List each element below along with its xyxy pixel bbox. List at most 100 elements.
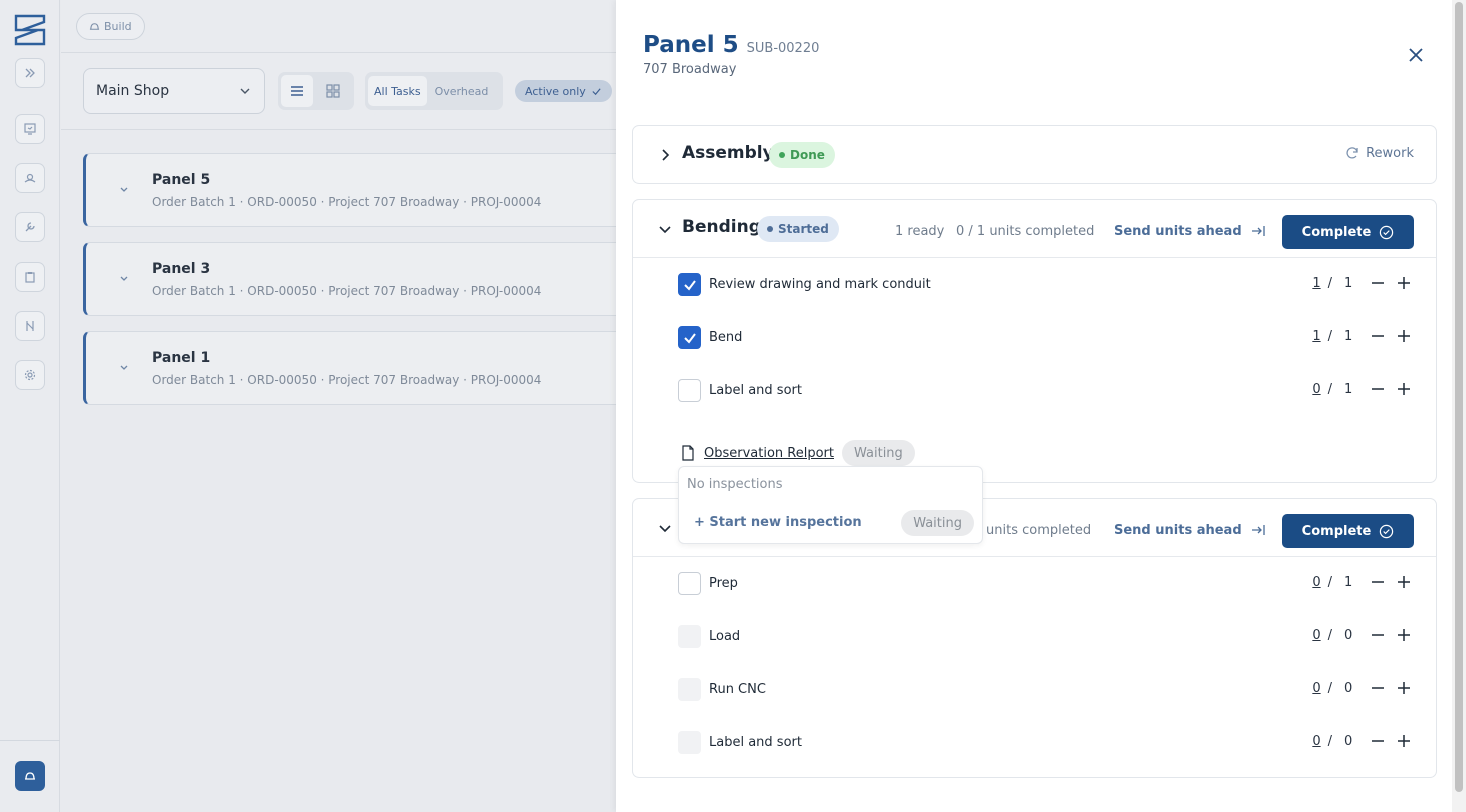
rework-button[interactable]: Rework bbox=[1344, 145, 1414, 161]
plus-icon[interactable] bbox=[1396, 627, 1412, 643]
unit-counter: 0 / 0 bbox=[1309, 733, 1412, 749]
scrollbar-thumb[interactable] bbox=[1455, 2, 1463, 792]
plus-icon[interactable] bbox=[1396, 275, 1412, 291]
order-subtitle: Order Batch 1 · ORD-00050 · Project 707 … bbox=[152, 373, 542, 387]
task-checkbox[interactable] bbox=[678, 326, 701, 349]
task-label: Prep bbox=[709, 576, 738, 591]
done-count[interactable]: 0 bbox=[1309, 628, 1320, 643]
chevron-right-icon[interactable] bbox=[657, 147, 673, 163]
routes-icon bbox=[26, 321, 34, 331]
plus-icon[interactable] bbox=[1396, 328, 1412, 344]
document-icon bbox=[682, 445, 694, 461]
done-count[interactable]: 0 bbox=[1309, 734, 1320, 749]
tab-all-tasks[interactable]: All Tasks bbox=[368, 76, 427, 106]
task-label: Load bbox=[709, 629, 741, 644]
done-count[interactable]: 0 bbox=[1309, 382, 1320, 397]
task-checkbox[interactable] bbox=[678, 625, 701, 648]
minus-icon[interactable] bbox=[1370, 627, 1386, 643]
status-badge: Done bbox=[769, 142, 835, 168]
separator: / bbox=[1327, 627, 1332, 643]
nav-settings-button[interactable] bbox=[15, 360, 45, 390]
complete-label: Complete bbox=[1301, 523, 1372, 539]
nav-routes-button[interactable] bbox=[15, 311, 45, 341]
task-filter-tabs: All Tasks Overhead bbox=[365, 72, 503, 110]
send-units-ahead-button[interactable]: Send units ahead bbox=[1114, 522, 1266, 538]
complete-button[interactable]: Complete bbox=[1282, 514, 1414, 548]
minus-icon[interactable] bbox=[1370, 381, 1386, 397]
nav-board-button[interactable] bbox=[15, 114, 45, 144]
task-row: Label and sort 0 / 0 bbox=[633, 716, 1436, 769]
list-view-button[interactable] bbox=[281, 75, 313, 107]
complete-label: Complete bbox=[1301, 224, 1372, 240]
minus-icon[interactable] bbox=[1370, 275, 1386, 291]
plus-icon[interactable] bbox=[1396, 381, 1412, 397]
separator: / bbox=[1327, 275, 1332, 291]
active-only-label: Active only bbox=[525, 84, 586, 98]
total-count: 0 bbox=[1344, 680, 1353, 696]
order-card[interactable]: Panel 1 Order Batch 1 · ORD-00050 · Proj… bbox=[83, 331, 643, 405]
send-units-ahead-label: Send units ahead bbox=[1114, 522, 1242, 538]
total-count: 1 bbox=[1344, 275, 1353, 291]
assembly-title: Assembly bbox=[682, 143, 774, 163]
observation-report-link[interactable]: Observation Relport bbox=[704, 446, 834, 461]
list-icon bbox=[291, 86, 303, 96]
plus-icon[interactable] bbox=[1396, 733, 1412, 749]
plus-icon[interactable] bbox=[1396, 574, 1412, 590]
chevrons-right-icon bbox=[25, 68, 35, 78]
task-checkbox[interactable] bbox=[678, 731, 701, 754]
complete-button[interactable]: Complete bbox=[1282, 215, 1414, 249]
task-row: Load 0 / 0 bbox=[633, 610, 1436, 663]
task-label: Review drawing and mark conduit bbox=[709, 277, 931, 292]
start-inspection-button[interactable]: + Start new inspection bbox=[694, 515, 862, 530]
units-completed: units completed bbox=[986, 523, 1092, 538]
send-units-ahead-button[interactable]: Send units ahead bbox=[1114, 223, 1266, 239]
chevron-down-icon bbox=[240, 88, 250, 94]
build-chip[interactable]: Build bbox=[76, 13, 145, 40]
bending-section: Bending Started 1 ready 0 / 1 units comp… bbox=[632, 199, 1437, 483]
nav-tools-button[interactable] bbox=[15, 212, 45, 242]
status-badge-label: Done bbox=[790, 148, 825, 162]
minus-icon[interactable] bbox=[1370, 733, 1386, 749]
build-home-button[interactable] bbox=[15, 761, 45, 791]
active-only-filter[interactable]: Active only bbox=[515, 80, 612, 102]
chevron-down-icon[interactable] bbox=[118, 362, 130, 374]
task-checkbox[interactable] bbox=[678, 273, 701, 296]
task-checkbox[interactable] bbox=[678, 379, 701, 402]
shop-select[interactable]: Main Shop bbox=[83, 68, 265, 114]
waiting-badge: Waiting bbox=[842, 440, 915, 466]
tab-overhead[interactable]: Overhead bbox=[429, 76, 495, 106]
arrow-right-to-line-icon bbox=[1251, 525, 1265, 535]
done-count[interactable]: 1 bbox=[1309, 329, 1320, 344]
total-count: 0 bbox=[1344, 627, 1353, 643]
hard-hat-icon bbox=[25, 772, 35, 780]
order-card[interactable]: Panel 5 Order Batch 1 · ORD-00050 · Proj… bbox=[83, 153, 643, 227]
drawer-address: 707 Broadway bbox=[643, 62, 737, 77]
order-subtitle: Order Batch 1 · ORD-00050 · Project 707 … bbox=[152, 195, 542, 209]
refresh-icon bbox=[1346, 147, 1358, 159]
chevron-down-icon[interactable] bbox=[657, 221, 673, 237]
chevron-down-icon[interactable] bbox=[657, 520, 673, 536]
order-title: Panel 1 bbox=[152, 350, 211, 366]
done-count[interactable]: 1 bbox=[1309, 276, 1320, 291]
minus-icon[interactable] bbox=[1370, 328, 1386, 344]
nav-clipboard-button[interactable] bbox=[15, 262, 45, 292]
status-badge-label: Started bbox=[778, 222, 829, 236]
chevron-down-icon[interactable] bbox=[118, 184, 130, 196]
close-icon[interactable] bbox=[1406, 45, 1426, 65]
task-label: Run CNC bbox=[709, 682, 766, 697]
task-checkbox[interactable] bbox=[678, 572, 701, 595]
minus-icon[interactable] bbox=[1370, 574, 1386, 590]
grid-view-button[interactable] bbox=[317, 75, 349, 107]
plus-icon[interactable] bbox=[1396, 680, 1412, 696]
drawer-scrollbar[interactable] bbox=[1452, 0, 1466, 812]
order-card[interactable]: Panel 3 Order Batch 1 · ORD-00050 · Proj… bbox=[83, 242, 643, 316]
separator: / bbox=[1327, 733, 1332, 749]
task-checkbox[interactable] bbox=[678, 678, 701, 701]
waiting-badge: Waiting bbox=[901, 510, 974, 536]
done-count[interactable]: 0 bbox=[1309, 681, 1320, 696]
done-count[interactable]: 0 bbox=[1309, 575, 1320, 590]
chevron-down-icon[interactable] bbox=[118, 273, 130, 285]
nav-team-button[interactable] bbox=[15, 163, 45, 193]
expand-sidebar-button[interactable] bbox=[15, 58, 45, 88]
minus-icon[interactable] bbox=[1370, 680, 1386, 696]
